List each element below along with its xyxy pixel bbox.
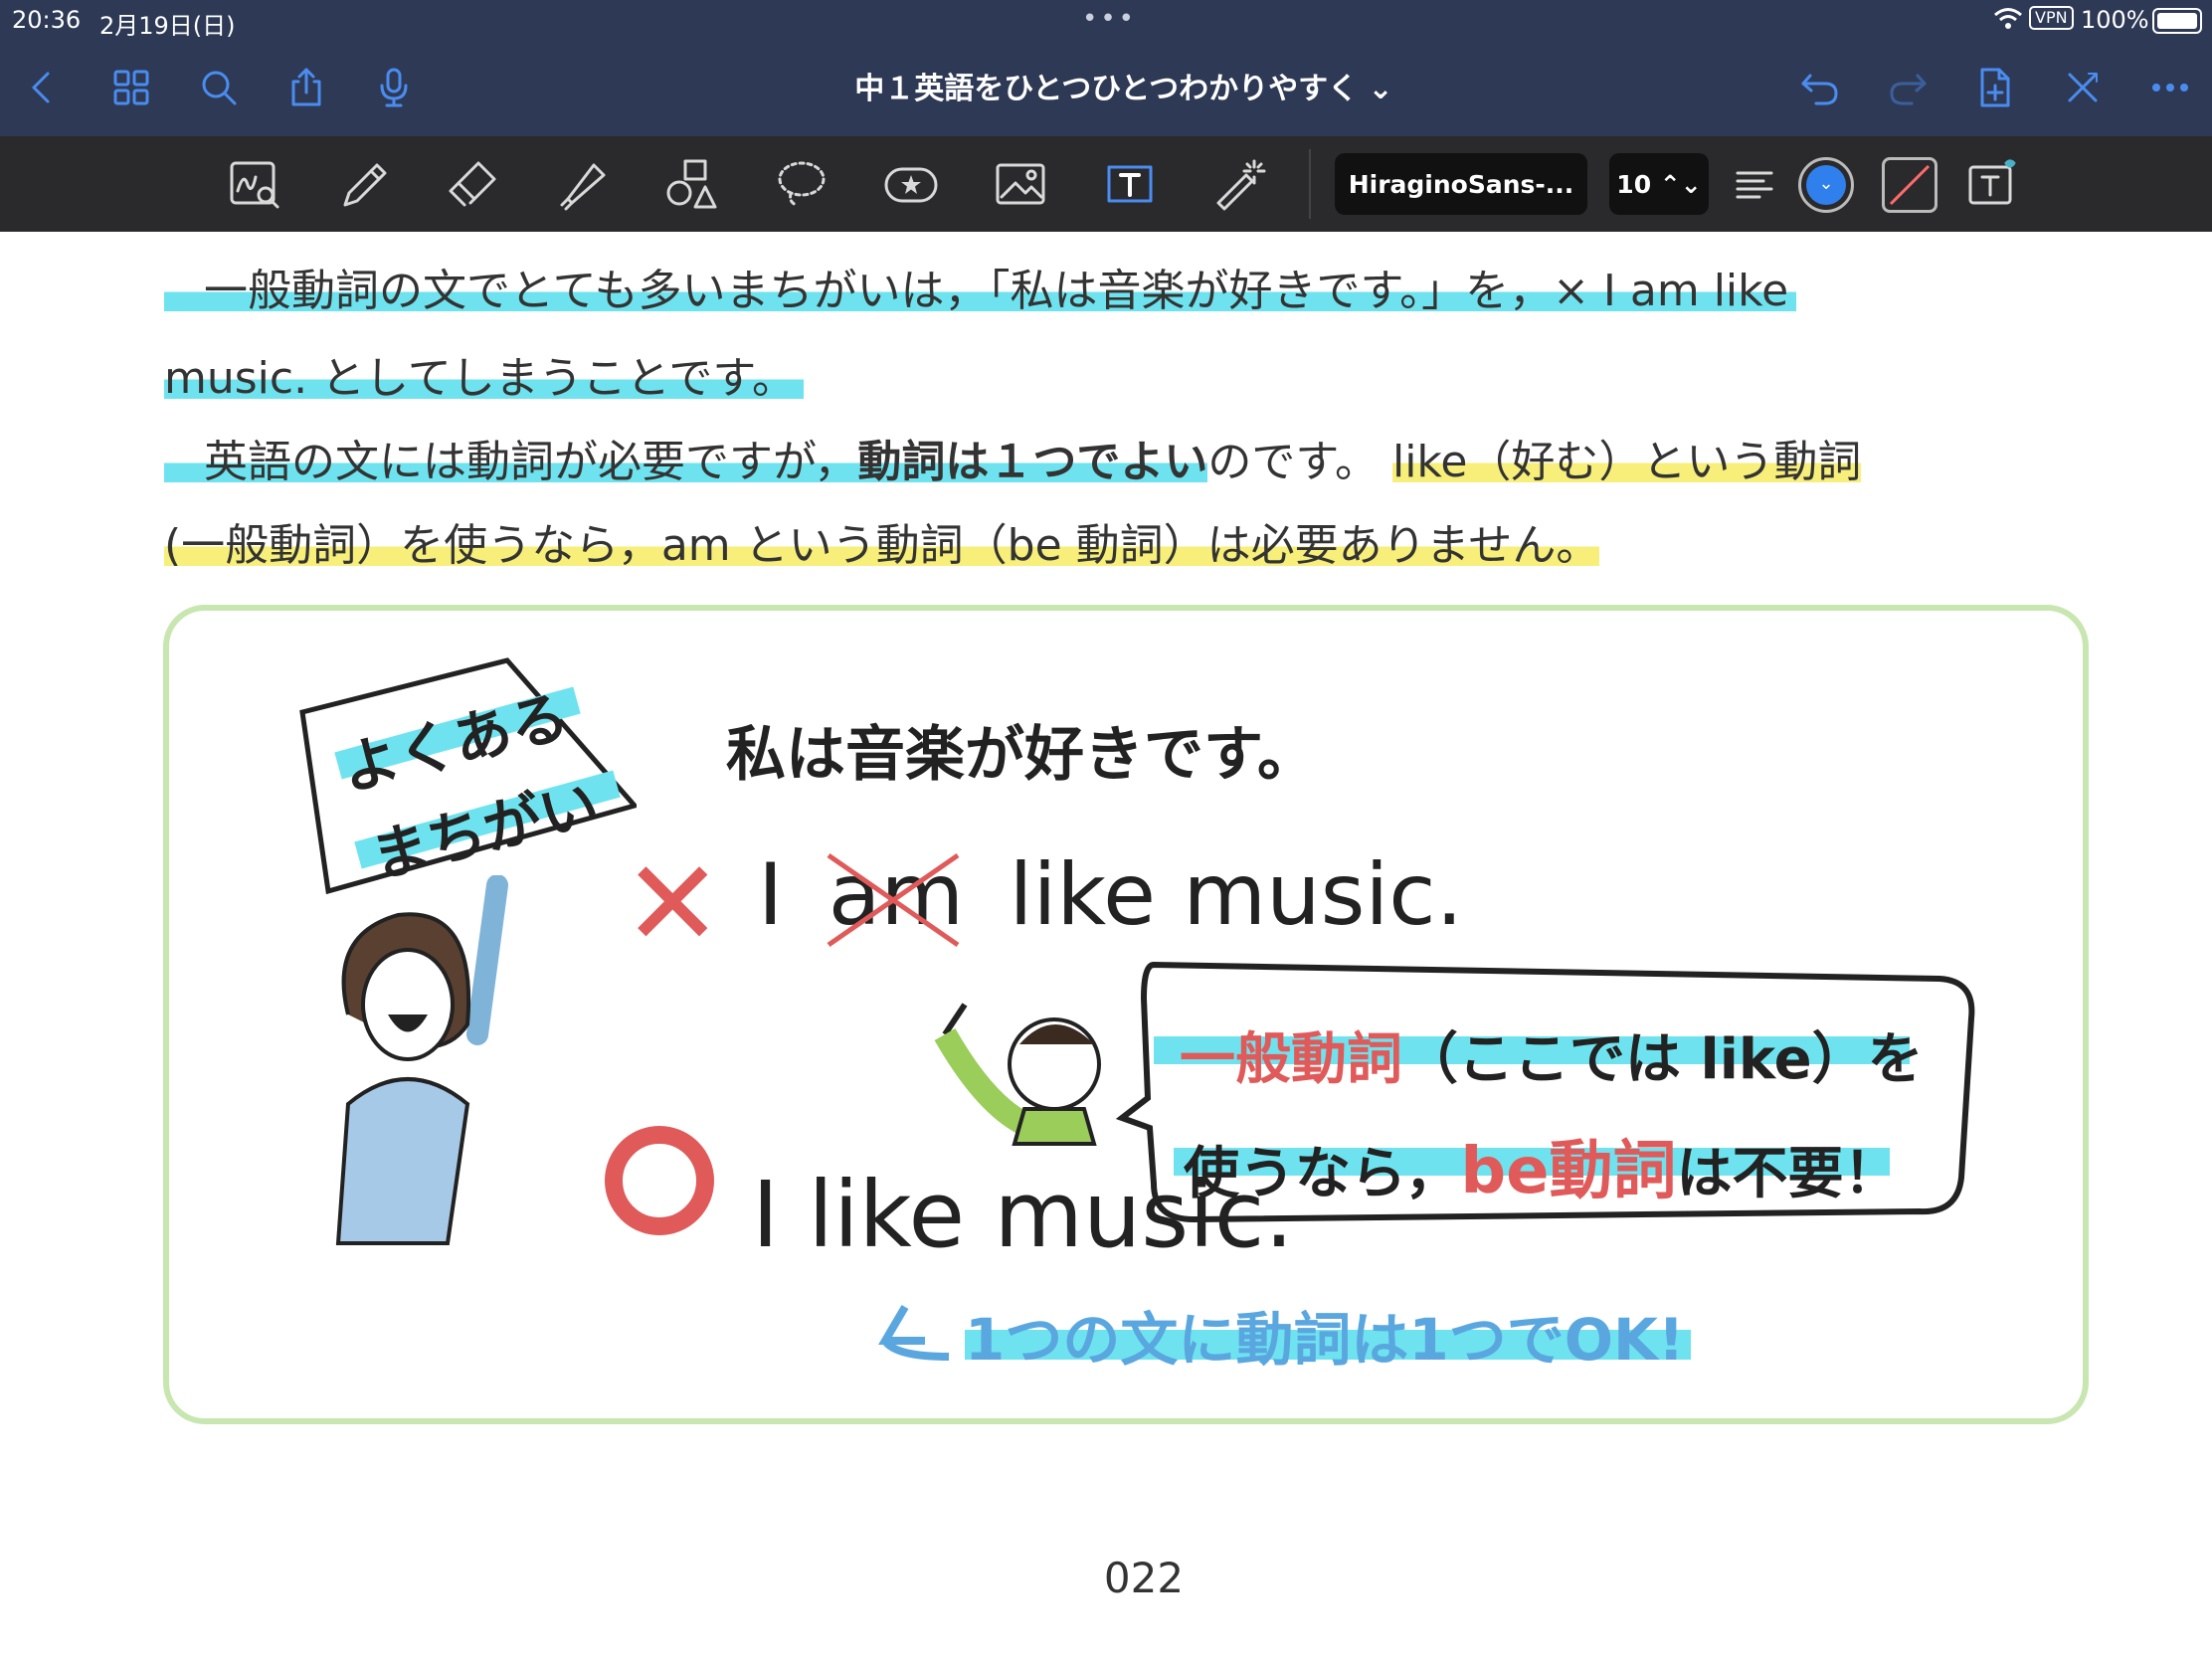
paragraph-1-line-2: music. としてしまうことです。	[164, 342, 2104, 406]
bubble-text: は不要！	[1676, 1142, 1900, 1206]
vpn-badge: VPN	[2029, 6, 2074, 30]
shapes-icon[interactable]	[656, 148, 728, 220]
text-align-icon[interactable]	[1719, 148, 1790, 220]
pen-icon[interactable]	[328, 148, 400, 220]
multitasking-dots-icon[interactable]: •••	[1082, 4, 1137, 34]
paragraph-1-line-1: 一般動詞の文でとても多いまちがいは，「私は音楽が好きです。」を，× I am l…	[164, 255, 2104, 318]
wrong-x-mark-icon: ✕	[623, 835, 723, 974]
wrong-word-rest: like music.	[1009, 845, 1463, 945]
highlight-text: 一般動詞の文でとても多いまちがいは，「私は音楽が好きです。」を，× I am l…	[164, 266, 1797, 316]
toolbar-divider	[1309, 149, 1311, 219]
boy-character-illustration	[925, 995, 1124, 1154]
correct-sentence: I like music.	[752, 1162, 1294, 1268]
laser-pointer-icon[interactable]	[1203, 148, 1275, 220]
search-icon[interactable]	[191, 60, 247, 115]
battery-icon	[2152, 8, 2202, 34]
elements-icon[interactable]	[875, 148, 947, 220]
microphone-icon[interactable]	[366, 60, 422, 115]
correct-circle-icon: ○	[605, 1126, 714, 1235]
text-style-icon[interactable]	[1955, 148, 2027, 220]
add-page-icon[interactable]	[1967, 60, 2023, 115]
font-picker[interactable]: HiraginoSans-...	[1335, 153, 1587, 215]
lasso-icon[interactable]	[766, 148, 837, 220]
text-color-picker[interactable]: ⌄	[1798, 157, 1854, 213]
text-tool-icon[interactable]	[1094, 148, 1166, 220]
battery-percentage: 100%	[2081, 6, 2149, 34]
bold-text: 動詞は１つでよい	[857, 437, 1208, 487]
bubble-line-1: 一般動詞（ここでは like）を	[1180, 1014, 1924, 1095]
figure-heading: 私は音楽が好きです。	[726, 720, 1317, 790]
status-time: 20:36	[12, 6, 82, 34]
redo-icon[interactable]	[1880, 60, 1936, 115]
font-size-picker[interactable]: 10 ⌃⌄	[1609, 153, 1709, 215]
status-date: 2月19日(日)	[99, 12, 236, 40]
wrong-word-i: I	[758, 845, 784, 945]
undo-icon[interactable]	[1792, 60, 1848, 115]
eraser-icon[interactable]	[438, 148, 509, 220]
crossed-out-am: am	[827, 845, 964, 948]
thumbnails-icon[interactable]	[103, 60, 159, 115]
bubble-text: （ここでは like）を	[1402, 1027, 1924, 1092]
scribble-icon[interactable]	[219, 148, 290, 220]
bubble-red-text: be動詞	[1460, 1135, 1677, 1208]
wifi-icon	[1993, 6, 2023, 36]
highlight-text: 英語の文には動詞が必要ですが，	[164, 437, 858, 487]
highlight-text: music. としてしまうことです。	[164, 353, 805, 404]
highlighter-icon[interactable]	[547, 148, 619, 220]
chevron-down-icon: ⌄	[1806, 165, 1846, 205]
paragraph-2-line-1: 英語の文には動詞が必要ですが，動詞は１つでよいのです。 like（好む）という動…	[164, 426, 2104, 489]
bubble-red-text: 一般動詞	[1180, 1027, 1402, 1092]
wrong-sentence: I am like music.	[758, 845, 1463, 948]
share-icon[interactable]	[278, 60, 334, 115]
more-icon[interactable]	[2142, 60, 2198, 115]
document-title[interactable]: 中１英語をひとつひとつわかりやすく ⌄	[617, 64, 1631, 107]
page-number: 022	[1103, 1554, 1185, 1602]
highlight-text: like（好む）という動詞	[1391, 437, 1862, 487]
image-icon[interactable]	[985, 148, 1056, 220]
figure-note: 1つの文に動詞は1つでOK!	[965, 1306, 1685, 1374]
paragraph-2-line-2: (一般動詞）を使うなら，am という動詞（be 動詞）は必要ありません。	[164, 509, 2104, 573]
back-icon[interactable]	[14, 60, 70, 115]
highlight-text: (一般動詞）を使うなら，am という動詞（be 動詞）は必要ありません。	[164, 520, 1600, 571]
fill-color-picker[interactable]	[1882, 157, 1937, 213]
woman-character-illustration	[318, 874, 517, 1253]
close-tools-icon[interactable]	[2055, 60, 2111, 115]
plain-text: のです。	[1207, 437, 1379, 487]
